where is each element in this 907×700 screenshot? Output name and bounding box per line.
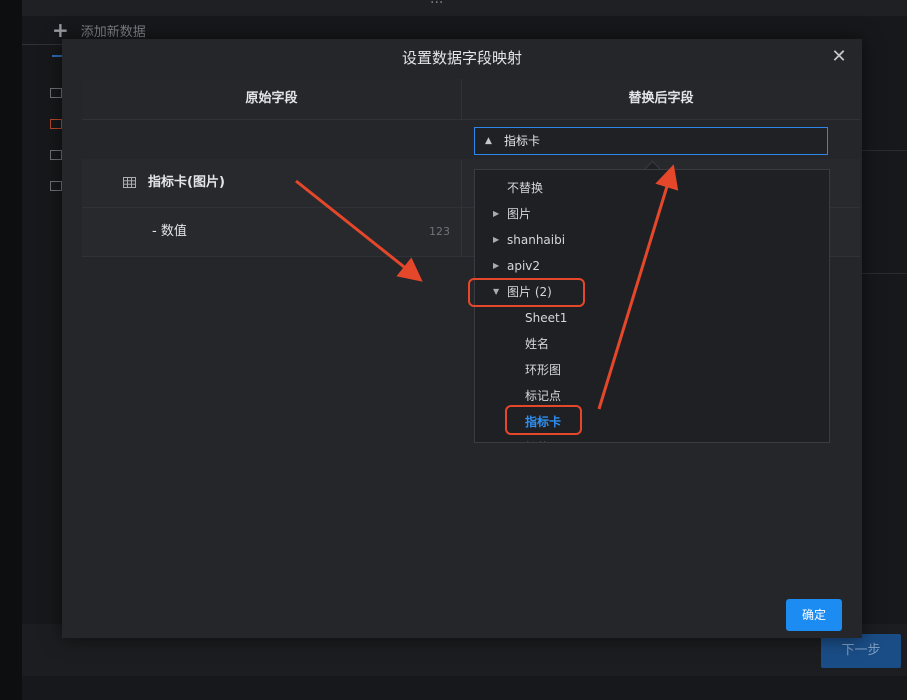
dropdown-option-label: apiv2 — [507, 259, 541, 273]
table-icon — [123, 177, 136, 188]
source-field-label: - 数值 — [152, 224, 187, 239]
divider — [22, 44, 62, 45]
divider — [461, 159, 462, 207]
caret-right-icon[interactable]: ▶ — [493, 227, 499, 253]
column-header-replaced: 替换后字段 — [462, 79, 860, 120]
dropdown-option[interactable]: Sheet1 — [475, 305, 829, 331]
field-mapping-dialog: 设置数据字段映射 ✕ 原始字段 替换后字段 指标卡(图片) - 数值 123 ▲… — [62, 39, 862, 638]
dropdown-option[interactable]: 环形图 — [475, 357, 829, 383]
dropdown-option-label: 不替换 — [507, 181, 544, 195]
dropdown-option[interactable]: ▶ 图片 — [475, 201, 829, 227]
column-header-original: 原始字段 — [82, 79, 462, 120]
table-icon — [50, 119, 62, 129]
annotation-highlight-box — [468, 278, 585, 307]
dropdown-option[interactable]: ▶ shanhaibi — [475, 227, 829, 253]
add-data-button[interactable]: + 添加新数据 — [52, 20, 146, 40]
dropdown-option[interactable]: 姓名 — [475, 331, 829, 357]
dropdown-option-label: 图片 — [507, 207, 532, 221]
table-icon — [50, 88, 62, 98]
close-icon[interactable]: ✕ — [830, 48, 848, 66]
source-table-label: 指标卡(图片) — [148, 175, 225, 190]
number-type-badge: 123 — [429, 225, 450, 238]
dropdown-option-label: 环形图 — [525, 363, 562, 377]
plus-icon: + — [52, 18, 69, 42]
table-icon — [50, 150, 62, 160]
tab-indicator — [52, 55, 62, 57]
divider — [862, 150, 907, 151]
confirm-button[interactable]: 确定 — [786, 599, 842, 631]
dropdown-option[interactable]: 不替换 — [475, 175, 829, 201]
dropdown-option[interactable]: 柱状图 — [475, 435, 829, 442]
caret-up-icon: ▲ — [485, 136, 492, 146]
dropdown-option-label: shanhaibi — [507, 233, 566, 247]
caret-right-icon[interactable]: ▶ — [493, 253, 499, 279]
caret-right-icon[interactable]: ▶ — [493, 201, 499, 227]
annotation-highlight-box — [505, 405, 582, 435]
add-data-label: 添加新数据 — [80, 24, 146, 40]
next-step-button[interactable]: 下一步 — [821, 634, 901, 668]
divider — [862, 273, 907, 274]
dropdown-option-label: 柱状图 — [525, 435, 561, 442]
background-window-title: ... — [430, 0, 443, 7]
select-value: 指标卡 — [504, 134, 541, 148]
dialog-title: 设置数据字段映射 — [401, 49, 522, 67]
table-icon — [50, 181, 62, 191]
dropdown-option-label: Sheet1 — [525, 311, 568, 325]
dropdown-option-label: 姓名 — [525, 337, 550, 351]
replacement-field-select[interactable]: ▲ 指标卡 — [474, 127, 828, 155]
background-topbar — [22, 0, 907, 16]
divider — [461, 208, 462, 256]
dropdown-option[interactable]: ▶ apiv2 — [475, 253, 829, 279]
